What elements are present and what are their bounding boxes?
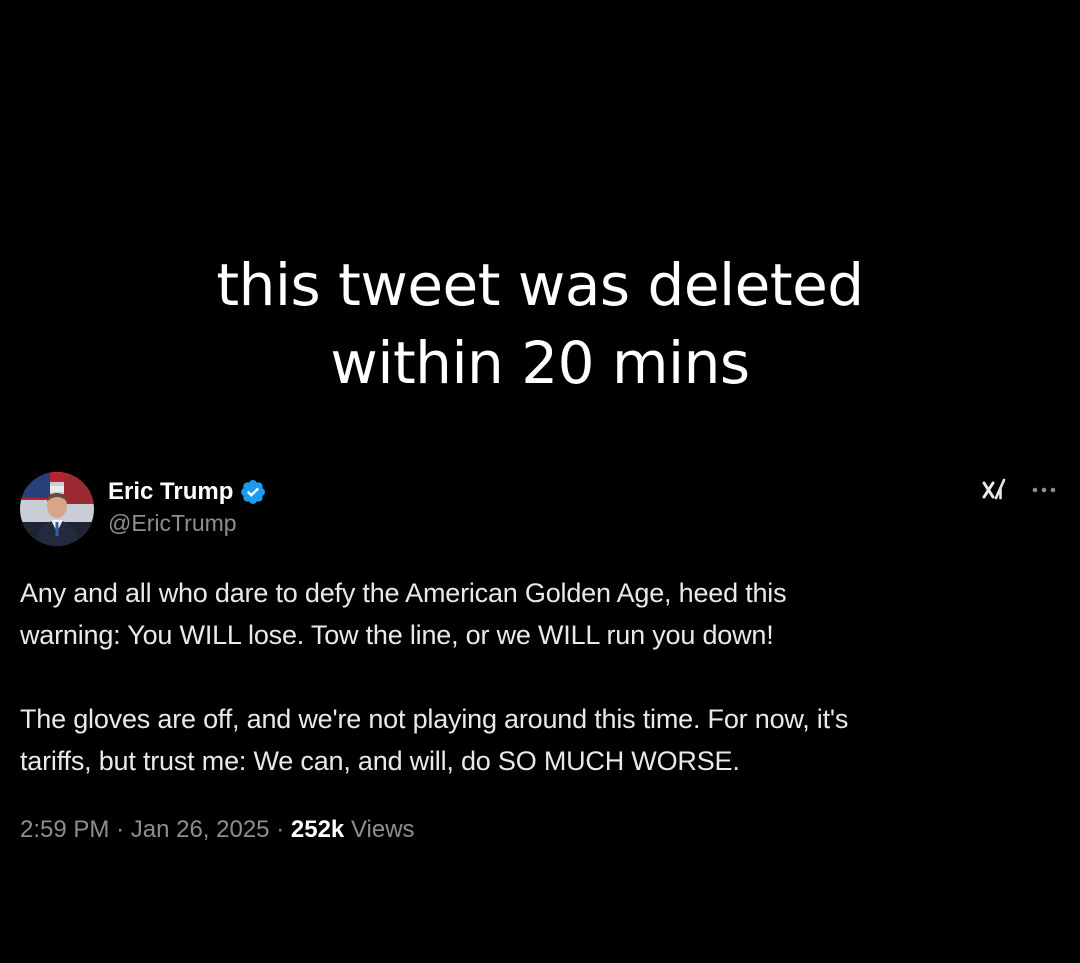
meta-separator: ·: [116, 816, 125, 843]
caption-line-1: this tweet was deleted: [216, 251, 864, 319]
views-count: 252k: [290, 816, 345, 843]
tweet-date[interactable]: Jan 26, 2025: [131, 816, 270, 843]
author-handle[interactable]: @EricTrump: [108, 510, 267, 537]
avatar[interactable]: [20, 472, 94, 546]
tweet-text: Any and all who dare to defy the America…: [20, 572, 1060, 782]
caption-line-2: within 20 mins: [330, 329, 750, 397]
tweet-line: The gloves are off, and we're not playin…: [20, 704, 849, 734]
grok-icon[interactable]: [978, 474, 1010, 506]
tweet-paragraph: The gloves are off, and we're not playin…: [20, 698, 1060, 782]
tweet-header: Eric Trump @EricTrump: [20, 470, 1060, 550]
tweet-line: Any and all who dare to defy the America…: [20, 578, 787, 608]
tweet-paragraph: Any and all who dare to defy the America…: [20, 572, 1060, 656]
tweet-card: Eric Trump @EricTrump Any and all who da…: [20, 470, 1060, 844]
tweet-time[interactable]: 2:59 PM: [20, 816, 109, 843]
tweet-line: warning: You WILL lose. Tow the line, or…: [20, 620, 774, 650]
meta-separator: ·: [276, 816, 285, 843]
tweet-line: tariffs, but trust me: We can, and will,…: [20, 746, 740, 776]
more-options-icon[interactable]: [1028, 478, 1060, 502]
display-name-row: Eric Trump: [108, 476, 267, 508]
person-avatar-icon: [20, 472, 94, 546]
author-names: Eric Trump @EricTrump: [108, 476, 267, 537]
author-display-name[interactable]: Eric Trump: [108, 478, 233, 506]
caption-overlay: this tweet was deleted within 20 mins: [0, 246, 1080, 402]
views-label: Views: [350, 816, 415, 843]
tweet-metadata: 2:59 PM · Jan 26, 2025 · 252k Views: [20, 816, 1060, 844]
verified-badge-icon: [241, 480, 266, 504]
